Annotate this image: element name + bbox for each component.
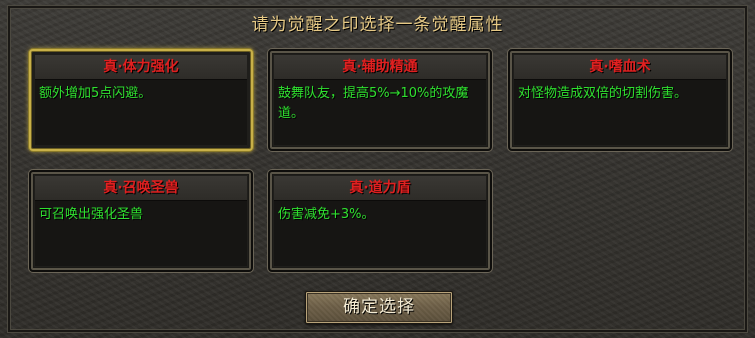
option-description: 对怪物造成双倍的切割伤害。 (518, 86, 688, 101)
option-card-stamina[interactable]: 真·体力强化 额外增加5点闪避。 (29, 49, 253, 151)
option-name: 真·嗜血术 (514, 55, 726, 80)
confirm-select-button[interactable]: 确定选择 (305, 291, 453, 324)
option-name: 真·召唤圣兽 (35, 176, 247, 201)
awakening-dialog: 请为觉醒之印选择一条觉醒属性 真·体力强化 额外增加5点闪避。 真·辅助精通 鼓… (0, 0, 755, 338)
option-name: 真·辅助精通 (274, 55, 486, 80)
option-card-support[interactable]: 真·辅助精通 鼓舞队友，提高5%→10%的攻魔道。 (268, 49, 492, 151)
option-description: 伤害减免+3%。 (278, 207, 375, 222)
option-name: 真·道力盾 (274, 176, 486, 201)
option-description: 鼓舞队友，提高5%→10%的攻魔道。 (278, 86, 469, 121)
option-description: 可召唤出强化圣兽 (39, 207, 144, 222)
option-name: 真·体力强化 (35, 55, 247, 80)
option-card-summon[interactable]: 真·召唤圣兽 可召唤出强化圣兽 (29, 170, 253, 272)
option-card-shield[interactable]: 真·道力盾 伤害减免+3%。 (268, 170, 492, 272)
dialog-title: 请为觉醒之印选择一条觉醒属性 (251, 15, 504, 35)
option-card-bloodlust[interactable]: 真·嗜血术 对怪物造成双倍的切割伤害。 (508, 49, 732, 151)
option-description: 额外增加5点闪避。 (39, 86, 152, 101)
